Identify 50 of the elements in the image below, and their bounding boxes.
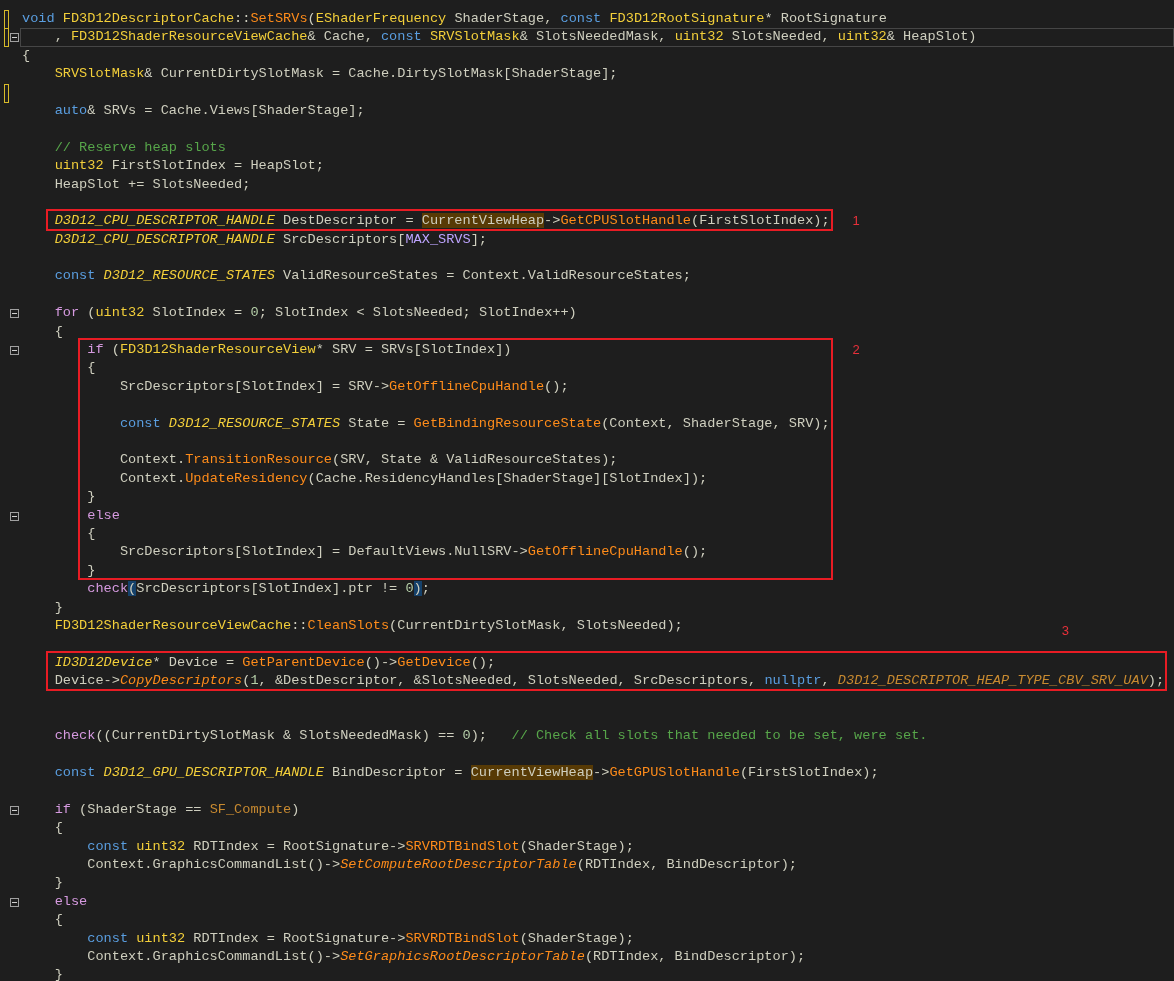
- fold-toggle-icon[interactable]: [10, 33, 19, 43]
- code-line: else: [87, 506, 120, 525]
- code-line: D3D12_CPU_DESCRIPTOR_HANDLE DestDescriptor = CurrentViewHeap->GetCPUSlotHandle(FirstSlotIndex);: [54, 212, 830, 231]
- code-line: {: [87, 524, 96, 543]
- code-line: }: [87, 488, 96, 507]
- code-line: }: [54, 874, 63, 893]
- code-line: }: [54, 598, 63, 617]
- code-line: else: [54, 892, 88, 911]
- code-line: const uint32 RDTIndex = RootSignature->SRVRDTBindSlot(ShaderStage);: [87, 929, 634, 948]
- annotation-number: 1: [852, 213, 860, 230]
- code-line: {: [54, 322, 63, 341]
- code-line: if (ShaderStage == SF_Compute): [54, 800, 300, 819]
- code-line: SrcDescriptors[SlotIndex] = SRV->GetOfflineCpuHandle();: [119, 377, 569, 396]
- code-line: {: [54, 819, 63, 838]
- code-line: ID3D12Device* Device = GetParentDevice()->GetDevice();: [54, 653, 496, 672]
- code-line: HeapSlot += SlotsNeeded;: [54, 175, 251, 194]
- code-line: const uint32 RDTIndex = RootSignature->SRVRDTBindSlot(ShaderStage);: [87, 837, 634, 856]
- code-line: SRVSlotMask& CurrentDirtySlotMask = Cache.DirtySlotMask[ShaderStage];: [54, 65, 618, 84]
- fold-toggle-icon[interactable]: [10, 346, 19, 356]
- code-line: Context.TransitionResource(SRV, State & ValidResourceStates);: [119, 451, 618, 470]
- code-line: // Reserve heap slots: [54, 138, 226, 157]
- code-line: Context.GraphicsCommandList()->SetComputeRootDescriptorTable(RDTIndex, BindDescriptor);: [87, 855, 797, 874]
- code-line: uint32 FirstSlotIndex = HeapSlot;: [54, 157, 324, 176]
- fold-toggle-icon[interactable]: [10, 309, 19, 319]
- code-line: }: [54, 966, 63, 981]
- code-line: FD3D12ShaderResourceViewCache::CleanSlots(CurrentDirtySlotMask, SlotsNeeded);: [54, 616, 683, 635]
- code-line: , FD3D12ShaderResourceViewCache& Cache, const SRVSlotMask& SlotsNeededMask, uint32 SlotsNeeded, uint32& HeapSlot): [54, 28, 977, 47]
- code-line: {: [22, 46, 31, 65]
- fold-toggle-icon[interactable]: [10, 805, 19, 815]
- code-line: auto& SRVs = Cache.Views[ShaderStage];: [54, 101, 365, 120]
- annotation-number: 3: [1061, 623, 1070, 639]
- code-line: {: [87, 359, 96, 378]
- code-line: void FD3D12DescriptorCache::SetSRVs(EShaderFrequency ShaderStage, const FD3D12RootSignature* RootSignature: [22, 10, 887, 28]
- code-line: D3D12_CPU_DESCRIPTOR_HANDLE SrcDescriptors[MAX_SRVS];: [54, 230, 487, 249]
- code-line: for (uint32 SlotIndex = 0; SlotIndex < SlotsNeeded; SlotIndex++): [54, 304, 577, 323]
- code-line: Context.UpdateResidency(Cache.ResidencyHandles[ShaderStage][SlotIndex]);: [119, 469, 708, 488]
- code-line: const D3D12_GPU_DESCRIPTOR_HANDLE BindDescriptor = CurrentViewHeap->GetGPUSlotHandle(FirstSlotIndex);: [54, 764, 879, 783]
- annotation-number: 2: [852, 342, 860, 359]
- fold-toggle-icon[interactable]: [10, 511, 19, 521]
- code-line: const D3D12_RESOURCE_STATES State = GetBindingResourceState(Context, ShaderStage, SRV);: [119, 414, 830, 433]
- code-line: check((CurrentDirtySlotMask & SlotsNeededMask) == 0); // Check all slots that needed to be set, were set.: [54, 727, 928, 746]
- code-line: check(SrcDescriptors[SlotIndex].ptr != 0);: [87, 580, 430, 599]
- code-line: if (FD3D12ShaderResourceView* SRV = SRVs[SlotIndex]): [87, 341, 512, 360]
- code-line: SrcDescriptors[SlotIndex] = DefaultViews.NullSRV->GetOfflineCpuHandle();: [119, 543, 708, 562]
- code-line: {: [54, 911, 63, 930]
- code-line: }: [87, 561, 96, 580]
- code-line: Context.GraphicsCommandList()->SetGraphicsRootDescriptorTable(RDTIndex, BindDescriptor);: [87, 947, 806, 966]
- fold-toggle-icon[interactable]: [10, 897, 19, 907]
- code-line: Device->CopyDescriptors(1, &DestDescriptor, &SlotsNeeded, SlotsNeeded, SrcDescriptors, nullptr, D3D12_DESCRIPTOR_HEAP_TYPE_CBV_SRV_UAV);: [54, 672, 1165, 691]
- code-line: const D3D12_RESOURCE_STATES ValidResourceStates = Context.ValidResourceStates;: [54, 267, 691, 286]
